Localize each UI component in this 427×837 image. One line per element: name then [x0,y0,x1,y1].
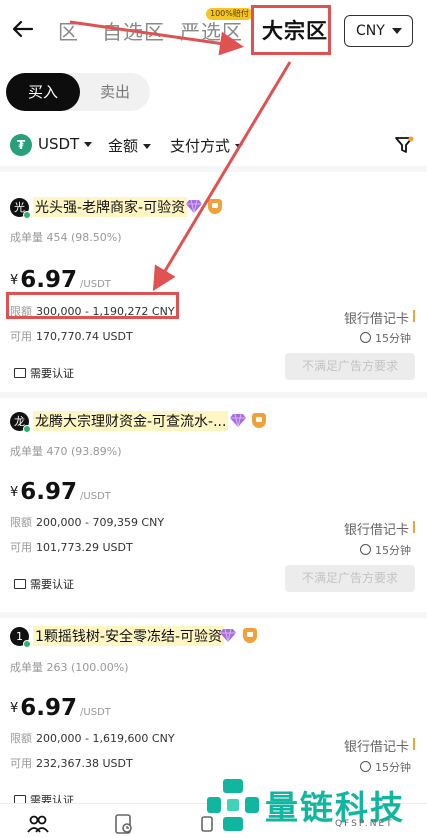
available-value: 101,773.29 USDT [36,541,133,554]
available-label: 可用 [10,330,32,343]
currency-symbol: ¥ [10,485,19,500]
available-row: 可用 101,773.29 USDT [10,539,133,555]
merchant-avatar: 光 [10,198,31,219]
chevron-down-icon [84,142,93,147]
amount-filter[interactable]: 金额 [108,135,152,156]
currency-label: CNY [356,23,385,39]
price-value: 6.97 [20,695,78,721]
diamond-icon [230,413,246,427]
diamond-icon [186,199,202,213]
watermark-domain: QFSP.NET [335,819,394,829]
tab-partial[interactable]: 区 [58,16,79,45]
merchant-avatar: 1 [10,627,31,648]
payment-method: 银行借记卡 [344,519,416,538]
available-value: 170,770.74 USDT [36,330,133,343]
header: 区 自选区 严选区 100%赔付 大宗区 CNY [0,0,427,62]
kyc-requirement: 需要认证 [14,365,74,381]
price-value: 6.97 [20,267,78,293]
merchant-name[interactable]: 光头强-老牌商家-可验资 [33,197,188,217]
payment-filter-label: 支付方式 [170,137,231,155]
kyc-label: 需要认证 [30,578,74,591]
chevron-down-icon [143,144,152,149]
id-card-icon [14,368,26,378]
chevron-down-icon [392,28,402,34]
merchant-name[interactable]: 1颗摇钱树-安全零冻结-可验资 [33,626,225,646]
sell-tab[interactable]: 卖出 [80,73,150,111]
ad-card[interactable]: 龙 龙腾大宗理财资金-可查流水-... 成单量 470 (93.89%) ¥6.… [0,398,427,618]
limit-value: 200,000 - 709,359 CNY [36,516,165,529]
avatar-initial: 1 [16,630,23,643]
shield-icon [252,413,266,428]
payment-time-value: 15分钟 [375,544,411,557]
compensation-badge: 100%赔付 [206,8,253,20]
currency-selector[interactable]: CNY [344,15,413,47]
amount-filter-label: 金额 [108,137,139,155]
available-value: 232,367.38 USDT [36,757,133,770]
payment-method: 银行借记卡 [344,308,416,327]
kyc-requirement: 需要认证 [14,576,74,592]
logo-mark-icon [207,779,259,831]
tab-strict-select[interactable]: 严选区 [180,16,243,45]
available-row: 可用 232,367.38 USDT [10,755,133,771]
annotation-box-limit [6,292,179,319]
limit-label: 限额 [10,516,32,529]
ad-card[interactable]: 光 光头强-老牌商家-可验资 成单量 454 (98.50%) ¥6.97/US… [0,172,427,392]
buy-sell-toggle: 买入 卖出 [6,73,150,111]
currency-symbol: ¥ [10,701,19,716]
token-filter[interactable]: USDT [38,135,93,153]
currency-symbol: ¥ [10,273,19,288]
payment-method: 银行借记卡 [344,736,416,755]
clock-icon [360,544,371,555]
diamond-icon [220,628,236,642]
id-card-icon [14,579,26,589]
watermark-logo: 量链科技 QFSP.NET [205,771,427,837]
action-button-disabled[interactable]: 不满足广告方要求 [285,353,415,380]
filter-bar: ₮ USDT 金额 支付方式 [0,132,427,158]
kyc-label: 需要认证 [30,367,74,380]
online-status-dot [23,640,31,648]
tab-bulk[interactable]: 大宗区 [262,15,328,45]
shield-icon [208,199,222,214]
order-stats: 成单量 470 (93.89%) [10,445,122,458]
merchant-avatar: 龙 [10,412,31,433]
limit-row: 限额 200,000 - 1,619,600 CNY [10,730,175,746]
price-row: ¥6.97/USDT [10,695,111,721]
limit-value: 200,000 - 1,619,600 CNY [36,732,175,745]
merchant-name[interactable]: 龙腾大宗理财资金-可查流水-... [33,411,229,431]
price-row: ¥6.97/USDT [10,479,111,505]
people-icon[interactable] [26,812,50,836]
order-history-icon[interactable] [112,812,136,836]
order-stats: 成单量 263 (100.00%) [10,661,129,674]
tether-icon: ₮ [10,134,32,156]
price-unit: /USDT [80,279,111,290]
available-label: 可用 [10,757,32,770]
payment-filter[interactable]: 支付方式 [170,135,244,156]
payment-time: 15分钟 [360,330,411,346]
online-status-dot [23,211,31,219]
payment-time-value: 15分钟 [375,332,411,345]
action-button-disabled[interactable]: 不满足广告方要求 [285,565,415,592]
buy-tab[interactable]: 买入 [6,73,80,111]
price-value: 6.97 [20,479,78,505]
back-arrow-icon[interactable] [10,16,36,42]
tab-self-select[interactable]: 自选区 [102,16,165,45]
price-row: ¥6.97/USDT [10,267,111,293]
price-unit: /USDT [80,491,111,502]
online-status-dot [23,425,31,433]
token-filter-label: USDT [38,135,80,153]
chevron-down-icon [235,144,244,149]
price-unit: /USDT [80,707,111,718]
limit-label: 限额 [10,732,32,745]
clock-icon [360,332,371,343]
available-row: 可用 170,770.74 USDT [10,328,133,344]
order-stats: 成单量 454 (98.50%) [10,231,122,244]
available-label: 可用 [10,541,32,554]
funnel-icon[interactable] [393,134,415,156]
limit-row: 限额 200,000 - 709,359 CNY [10,514,164,530]
shield-icon [243,628,257,643]
payment-time: 15分钟 [360,542,411,558]
